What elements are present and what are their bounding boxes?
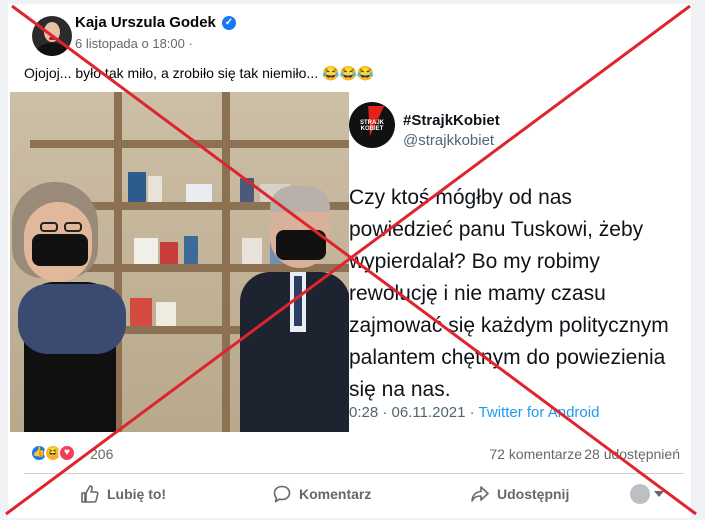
- post-photo[interactable]: [10, 92, 349, 432]
- tweet-handle: @strajkkobiet: [403, 132, 495, 149]
- tweet-body: Czy ktoś mógłby od nas powiedzieć panu T…: [349, 186, 669, 401]
- share-label: Udostępnij: [497, 486, 570, 502]
- like-label: Lubię to!: [107, 486, 167, 502]
- thumbs-up-icon: [81, 485, 99, 503]
- tweet-account-name: #StrajkKobiet: [403, 112, 500, 129]
- love-reaction-icon: ♥: [58, 444, 76, 462]
- comment-button[interactable]: Komentarz: [272, 484, 371, 504]
- tweet-time: 0:28 · 06.11.2021 ·: [349, 404, 479, 421]
- verified-badge-icon: ✓: [221, 15, 236, 30]
- tweet-screenshot[interactable]: STRAJK KOBIET #StrajkKobiet @strajkkobie…: [349, 92, 683, 432]
- comment-label: Komentarz: [299, 486, 372, 502]
- chevron-down-icon: [654, 491, 664, 497]
- audience-avatar: [630, 484, 650, 504]
- reactions-summary[interactable]: 👍 😆 ♥: [30, 444, 76, 462]
- speech-bubble-icon: [273, 485, 291, 503]
- tweet-source: Twitter for Android: [478, 404, 600, 421]
- comments-count[interactable]: 72 komentarze: [489, 446, 582, 462]
- author-name[interactable]: Kaja Urszula Godek: [75, 14, 216, 31]
- share-arrow-icon: [471, 486, 489, 502]
- author-name-row: Kaja Urszula Godek ✓: [75, 14, 236, 31]
- like-button[interactable]: Lubię to!: [80, 484, 166, 504]
- post-actions: Lubię to! Komentarz Udostępnij: [24, 478, 684, 514]
- post-text: Ojojoj... było tak miło, a zrobiło się t…: [24, 65, 375, 81]
- author-avatar[interactable]: [32, 16, 72, 56]
- strajk-kobiet-logo: STRAJK KOBIET: [349, 102, 395, 148]
- share-button[interactable]: Udostępnij: [470, 484, 569, 504]
- reactions-count[interactable]: 206: [90, 446, 113, 462]
- shares-count[interactable]: 28 udostępnień: [584, 446, 680, 462]
- audience-selector[interactable]: [630, 484, 664, 504]
- tweet-meta: 0:28 · 06.11.2021 · Twitter for Android: [349, 404, 599, 421]
- post-stats: 👍 😆 ♥ 206 72 komentarze 28 udostępnień: [24, 436, 684, 474]
- post-date[interactable]: 6 listopada o 18:00 ·: [75, 36, 193, 51]
